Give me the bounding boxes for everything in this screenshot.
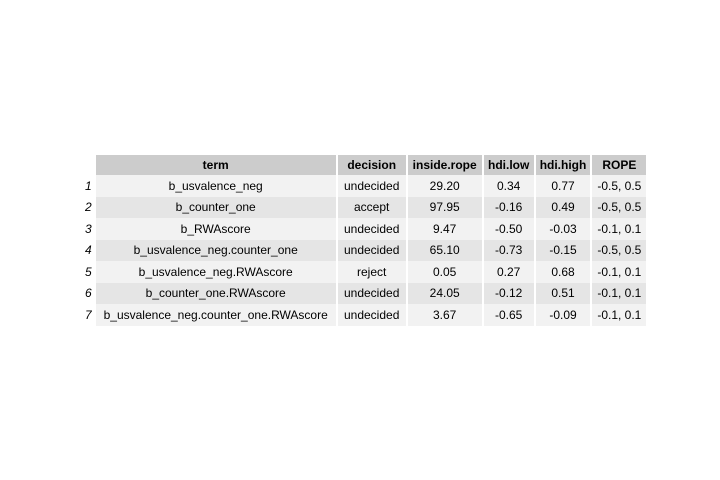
cell-decision: undecided — [337, 218, 406, 240]
cell-inside-rope: 97.95 — [407, 196, 482, 218]
cell-decision: undecided — [337, 175, 406, 197]
table-row: 6 b_counter_one.RWAscore undecided 24.05… — [79, 282, 647, 304]
cell-hdi-high: -0.15 — [535, 239, 591, 261]
cell-rope: -0.1, 0.1 — [592, 282, 647, 304]
cell-term: b_usvalence_neg — [95, 175, 336, 197]
table-row: 1 b_usvalence_neg undecided 29.20 0.34 0… — [79, 175, 647, 197]
cell-hdi-low: -0.65 — [483, 304, 534, 326]
header-term: term — [95, 155, 336, 175]
cell-hdi-low: 0.27 — [483, 261, 534, 283]
cell-rope: -0.5, 0.5 — [592, 196, 647, 218]
cell-inside-rope: 3.67 — [407, 304, 482, 326]
header-hdi-low: hdi.low — [483, 155, 534, 175]
cell-hdi-low: 0.34 — [483, 175, 534, 197]
table-row: 4 b_usvalence_neg.counter_one undecided … — [79, 239, 647, 261]
header-row: term decision inside.rope hdi.low hdi.hi… — [79, 155, 647, 175]
row-number: 4 — [85, 243, 92, 258]
table-row: 2 b_counter_one accept 97.95 -0.16 0.49 … — [79, 196, 647, 218]
cell-rope: -0.5, 0.5 — [592, 175, 647, 197]
cell-hdi-high: 0.49 — [535, 196, 591, 218]
cell-term: b_usvalence_neg.RWAscore — [95, 261, 336, 283]
header-rope: ROPE — [592, 155, 647, 175]
cell-hdi-high: 0.68 — [535, 261, 591, 283]
cell-term: b_usvalence_neg.counter_one — [95, 239, 336, 261]
table-row: 3 b_RWAscore undecided 9.47 -0.50 -0.03 … — [79, 218, 647, 240]
cell-inside-rope: 65.10 — [407, 239, 482, 261]
row-number: 1 — [85, 178, 92, 193]
cell-inside-rope: 9.47 — [407, 218, 482, 240]
cell-hdi-low: -0.16 — [483, 196, 534, 218]
cell-rope: -0.1, 0.1 — [592, 261, 647, 283]
row-number: 5 — [85, 264, 92, 279]
cell-rope: -0.1, 0.1 — [592, 304, 647, 326]
cell-term: b_RWAscore — [95, 218, 336, 240]
cell-inside-rope: 29.20 — [407, 175, 482, 197]
results-table-container: term decision inside.rope hdi.low hdi.hi… — [77, 155, 648, 326]
row-number-header — [79, 155, 94, 175]
cell-hdi-low: -0.12 — [483, 282, 534, 304]
cell-hdi-high: 0.51 — [535, 282, 591, 304]
results-table: term decision inside.rope hdi.low hdi.hi… — [77, 155, 648, 326]
header-inside-rope: inside.rope — [407, 155, 482, 175]
row-number: 3 — [85, 221, 92, 236]
table-row: 5 b_usvalence_neg.RWAscore reject 0.05 0… — [79, 261, 647, 283]
cell-hdi-low: -0.73 — [483, 239, 534, 261]
cell-decision: undecided — [337, 304, 406, 326]
row-number: 6 — [85, 286, 92, 301]
cell-hdi-high: -0.03 — [535, 218, 591, 240]
row-number: 2 — [85, 200, 92, 215]
table-row: 7 b_usvalence_neg.counter_one.RWAscore u… — [79, 304, 647, 326]
cell-inside-rope: 0.05 — [407, 261, 482, 283]
header-decision: decision — [337, 155, 406, 175]
cell-hdi-low: -0.50 — [483, 218, 534, 240]
cell-decision: reject — [337, 261, 406, 283]
cell-rope: -0.1, 0.1 — [592, 218, 647, 240]
cell-decision: accept — [337, 196, 406, 218]
cell-term: b_usvalence_neg.counter_one.RWAscore — [95, 304, 336, 326]
cell-decision: undecided — [337, 239, 406, 261]
row-number: 7 — [85, 307, 92, 322]
cell-term: b_counter_one — [95, 196, 336, 218]
cell-term: b_counter_one.RWAscore — [95, 282, 336, 304]
cell-inside-rope: 24.05 — [407, 282, 482, 304]
cell-hdi-high: -0.09 — [535, 304, 591, 326]
cell-hdi-high: 0.77 — [535, 175, 591, 197]
cell-decision: undecided — [337, 282, 406, 304]
header-hdi-high: hdi.high — [535, 155, 591, 175]
cell-rope: -0.5, 0.5 — [592, 239, 647, 261]
